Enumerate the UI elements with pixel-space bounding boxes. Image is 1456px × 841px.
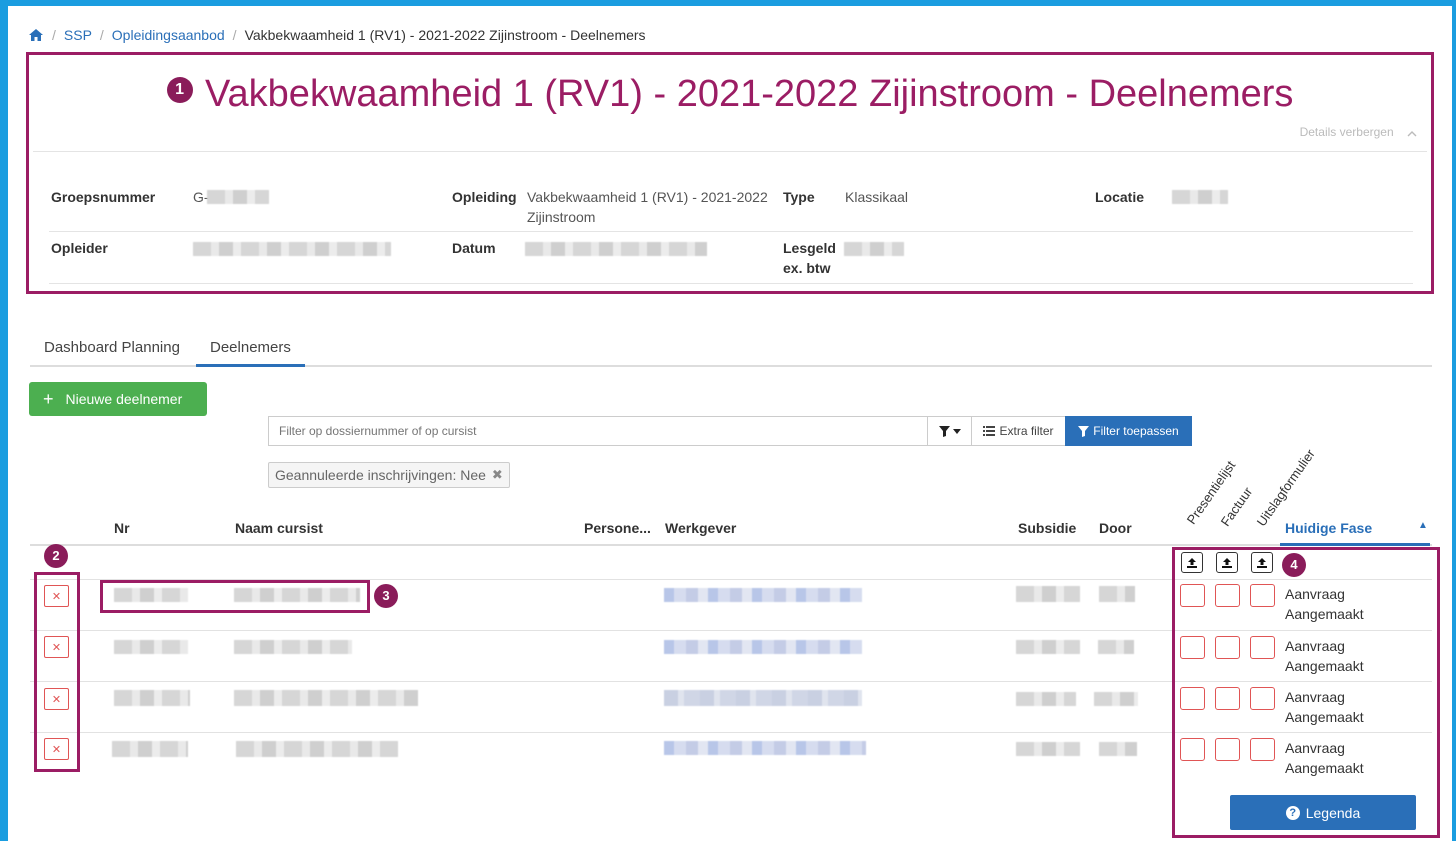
new-participant-label: Nieuwe deelnemer xyxy=(65,391,183,407)
redacted-door xyxy=(1094,692,1138,706)
redacted-employer xyxy=(664,588,862,602)
redacted-door xyxy=(1099,742,1137,756)
search-input[interactable] xyxy=(268,416,928,446)
divider xyxy=(49,283,1413,284)
divider xyxy=(49,231,1413,232)
redacted-door xyxy=(1098,640,1134,654)
list-icon xyxy=(983,426,996,436)
column-header-factuur[interactable]: Factuur xyxy=(1218,484,1256,529)
divider xyxy=(33,151,1427,152)
redacted-subsidie xyxy=(1016,586,1080,602)
breadcrumb-current: Vakbekwaamheid 1 (RV1) - 2021-2022 Zijin… xyxy=(244,27,646,43)
redacted-employer xyxy=(664,640,862,654)
annotation-badge-4: 4 xyxy=(1282,553,1306,577)
breadcrumb-separator: / xyxy=(52,27,56,43)
tab-deelnemers[interactable]: Deelnemers xyxy=(196,339,305,367)
opleiding-value-line1: Vakbekwaamheid 1 (RV1) - 2021-2022 xyxy=(527,189,768,205)
redacted-nr xyxy=(114,690,190,706)
column-header-door[interactable]: Door xyxy=(1099,520,1132,536)
groepsnummer-label: Groepsnummer xyxy=(51,189,156,205)
datum-label: Datum xyxy=(452,240,496,256)
sorted-column-indicator xyxy=(1280,543,1430,546)
column-header-subsidie[interactable]: Subsidie xyxy=(1018,520,1076,536)
close-icon[interactable]: ✖ xyxy=(492,467,503,483)
column-header-naam[interactable]: Naam cursist xyxy=(235,520,323,536)
extra-filter-label: Extra filter xyxy=(999,424,1054,438)
column-header-werkgever[interactable]: Werkgever xyxy=(665,520,736,536)
type-label: Type xyxy=(783,189,815,205)
lesgeld-label-line2: ex. btw xyxy=(783,260,831,276)
column-header-nr[interactable]: Nr xyxy=(114,520,130,536)
annotation-badge-1: 1 xyxy=(166,76,193,103)
redacted-name xyxy=(236,741,398,757)
redacted-value xyxy=(193,242,391,256)
table-header-divider xyxy=(30,544,1432,546)
redacted-value xyxy=(525,242,707,256)
redacted-name xyxy=(234,640,352,654)
redacted-subsidie xyxy=(1016,640,1080,654)
lesgeld-label-line1: Lesgeld xyxy=(783,240,836,256)
page-title: Vakbekwaamheid 1 (RV1) - 2021-2022 Zijin… xyxy=(205,73,1294,115)
annotation-badge-2: 2 xyxy=(44,544,68,568)
locatie-label: Locatie xyxy=(1095,189,1145,205)
breadcrumb-opleidingsaanbod[interactable]: Opleidingsaanbod xyxy=(112,27,225,43)
active-filter-chip: Geannuleerde inschrijvingen: Nee ✖ xyxy=(268,462,510,488)
opleiding-value-line2: Zijinstroom xyxy=(527,209,596,225)
redacted-subsidie xyxy=(1016,742,1080,756)
extra-filter-button[interactable]: Extra filter xyxy=(971,416,1066,446)
redacted-door xyxy=(1099,586,1135,602)
breadcrumb-separator: / xyxy=(99,27,104,43)
breadcrumb-ssp[interactable]: SSP xyxy=(64,27,92,43)
breadcrumb: / SSP / Opleidingsaanbod / Vakbekwaamhei… xyxy=(28,27,646,43)
breadcrumb-separator: / xyxy=(232,27,237,43)
filter-icon xyxy=(938,425,950,437)
redacted-value xyxy=(844,242,904,256)
tab-dashboard-planning[interactable]: Dashboard Planning xyxy=(30,339,194,364)
redacted-name xyxy=(234,690,418,706)
active-filter-label: Geannuleerde inschrijvingen: Nee xyxy=(275,467,486,483)
plus-icon: + xyxy=(43,389,54,409)
tab-bar: Dashboard Planning Deelnemers xyxy=(30,334,1432,367)
redacted-employer xyxy=(664,741,866,755)
caret-down-icon xyxy=(952,428,961,434)
details-toggle[interactable]: Details verbergen xyxy=(1300,125,1417,139)
redacted-value xyxy=(1172,190,1228,204)
filter-dropdown[interactable] xyxy=(927,416,972,446)
redacted-employer xyxy=(664,690,862,706)
apply-filter-button[interactable]: Filter toepassen xyxy=(1065,416,1192,446)
sort-ascending-icon[interactable]: ▲ xyxy=(1418,520,1428,531)
annotation-box-documents xyxy=(1172,547,1440,838)
column-header-uitslagformulier[interactable]: Uitslagformulier xyxy=(1254,446,1318,529)
opleider-label: Opleider xyxy=(51,240,108,256)
annotation-box-delete-column xyxy=(34,572,80,772)
chevron-up-icon xyxy=(1407,131,1417,137)
redacted-nr xyxy=(114,640,188,654)
type-value: Klassikaal xyxy=(845,189,909,205)
new-participant-button[interactable]: + Nieuwe deelnemer xyxy=(29,382,207,416)
details-toggle-label: Details verbergen xyxy=(1299,125,1394,139)
opleiding-label: Opleiding xyxy=(452,189,517,205)
annotation-badge-3: 3 xyxy=(374,584,398,608)
redacted-value xyxy=(207,190,269,204)
home-icon[interactable] xyxy=(28,28,44,42)
redacted-subsidie xyxy=(1016,692,1076,706)
column-header-personeel[interactable]: Persone... xyxy=(584,520,651,536)
course-details-panel: 1 Vakbekwaamheid 1 (RV1) - 2021-2022 Zij… xyxy=(26,52,1434,294)
page-title-row: 1 Vakbekwaamheid 1 (RV1) - 2021-2022 Zij… xyxy=(29,73,1431,116)
annotation-box-name xyxy=(100,580,370,613)
filter-icon xyxy=(1078,425,1090,437)
apply-filter-label: Filter toepassen xyxy=(1093,424,1179,438)
redacted-nr xyxy=(112,741,188,757)
column-header-huidige-fase[interactable]: Huidige Fase xyxy=(1285,520,1372,536)
